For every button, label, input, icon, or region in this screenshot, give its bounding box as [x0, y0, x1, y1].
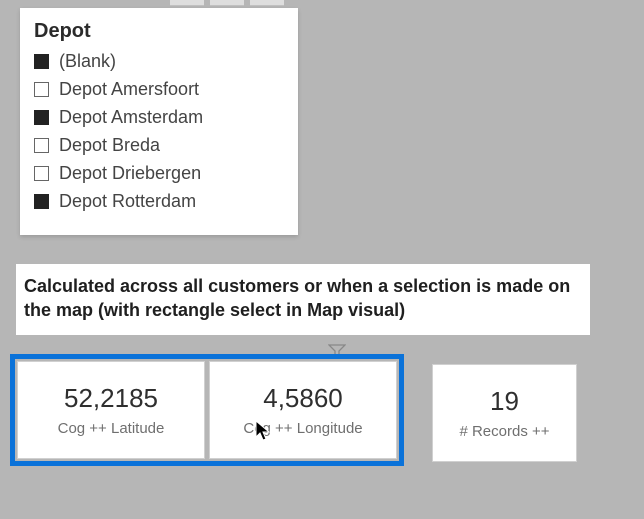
legend-swatch-icon	[34, 138, 49, 153]
kpi-label: # Records ++	[459, 423, 549, 440]
caption-box: Calculated across all customers or when …	[16, 264, 590, 335]
legend-item-label: Depot Amsterdam	[59, 107, 203, 128]
toolbar-stubs	[170, 0, 284, 6]
legend-item-label: (Blank)	[59, 51, 116, 72]
kpi-value: 4,5860	[263, 383, 343, 414]
legend-swatch-icon	[34, 110, 49, 125]
kpi-value: 52,2185	[64, 383, 158, 414]
legend-item[interactable]: Depot Rotterdam	[34, 189, 284, 214]
legend-item[interactable]: (Blank)	[34, 49, 284, 74]
legend-swatch-icon	[34, 166, 49, 181]
kpi-label: Cog ++ Longitude	[243, 420, 362, 437]
kpi-label: Cog ++ Latitude	[58, 420, 165, 437]
legend-item[interactable]: Depot Amersfoort	[34, 77, 284, 102]
legend-item-label: Depot Driebergen	[59, 163, 201, 184]
kpi-card-longitude[interactable]: 4,5860 Cog ++ Longitude	[209, 361, 397, 459]
legend-swatch-icon	[34, 54, 49, 69]
kpi-card-latitude[interactable]: 52,2185 Cog ++ Latitude	[17, 361, 205, 459]
legend-item-label: Depot Rotterdam	[59, 191, 196, 212]
kpi-cards-row: 52,2185 Cog ++ Latitude 4,5860 Cog ++ Lo…	[10, 354, 577, 466]
kpi-value: 19	[490, 386, 519, 417]
legend-item[interactable]: Depot Breda	[34, 133, 284, 158]
legend-card: Depot (Blank) Depot Amersfoort Depot Amste…	[20, 8, 298, 235]
legend-item-label: Depot Amersfoort	[59, 79, 199, 100]
legend-item-label: Depot Breda	[59, 135, 160, 156]
selected-card-group[interactable]: 52,2185 Cog ++ Latitude 4,5860 Cog ++ Lo…	[10, 354, 404, 466]
legend-item[interactable]: Depot Amsterdam	[34, 105, 284, 130]
legend-swatch-icon	[34, 82, 49, 97]
caption-text: Calculated across all customers or when …	[24, 274, 582, 323]
legend-item[interactable]: Depot Driebergen	[34, 161, 284, 186]
kpi-card-records[interactable]: 19 # Records ++	[432, 364, 577, 462]
legend-title: Depot	[34, 20, 284, 43]
legend-list: (Blank) Depot Amersfoort Depot Amsterdam De…	[34, 49, 284, 214]
legend-swatch-icon	[34, 194, 49, 209]
